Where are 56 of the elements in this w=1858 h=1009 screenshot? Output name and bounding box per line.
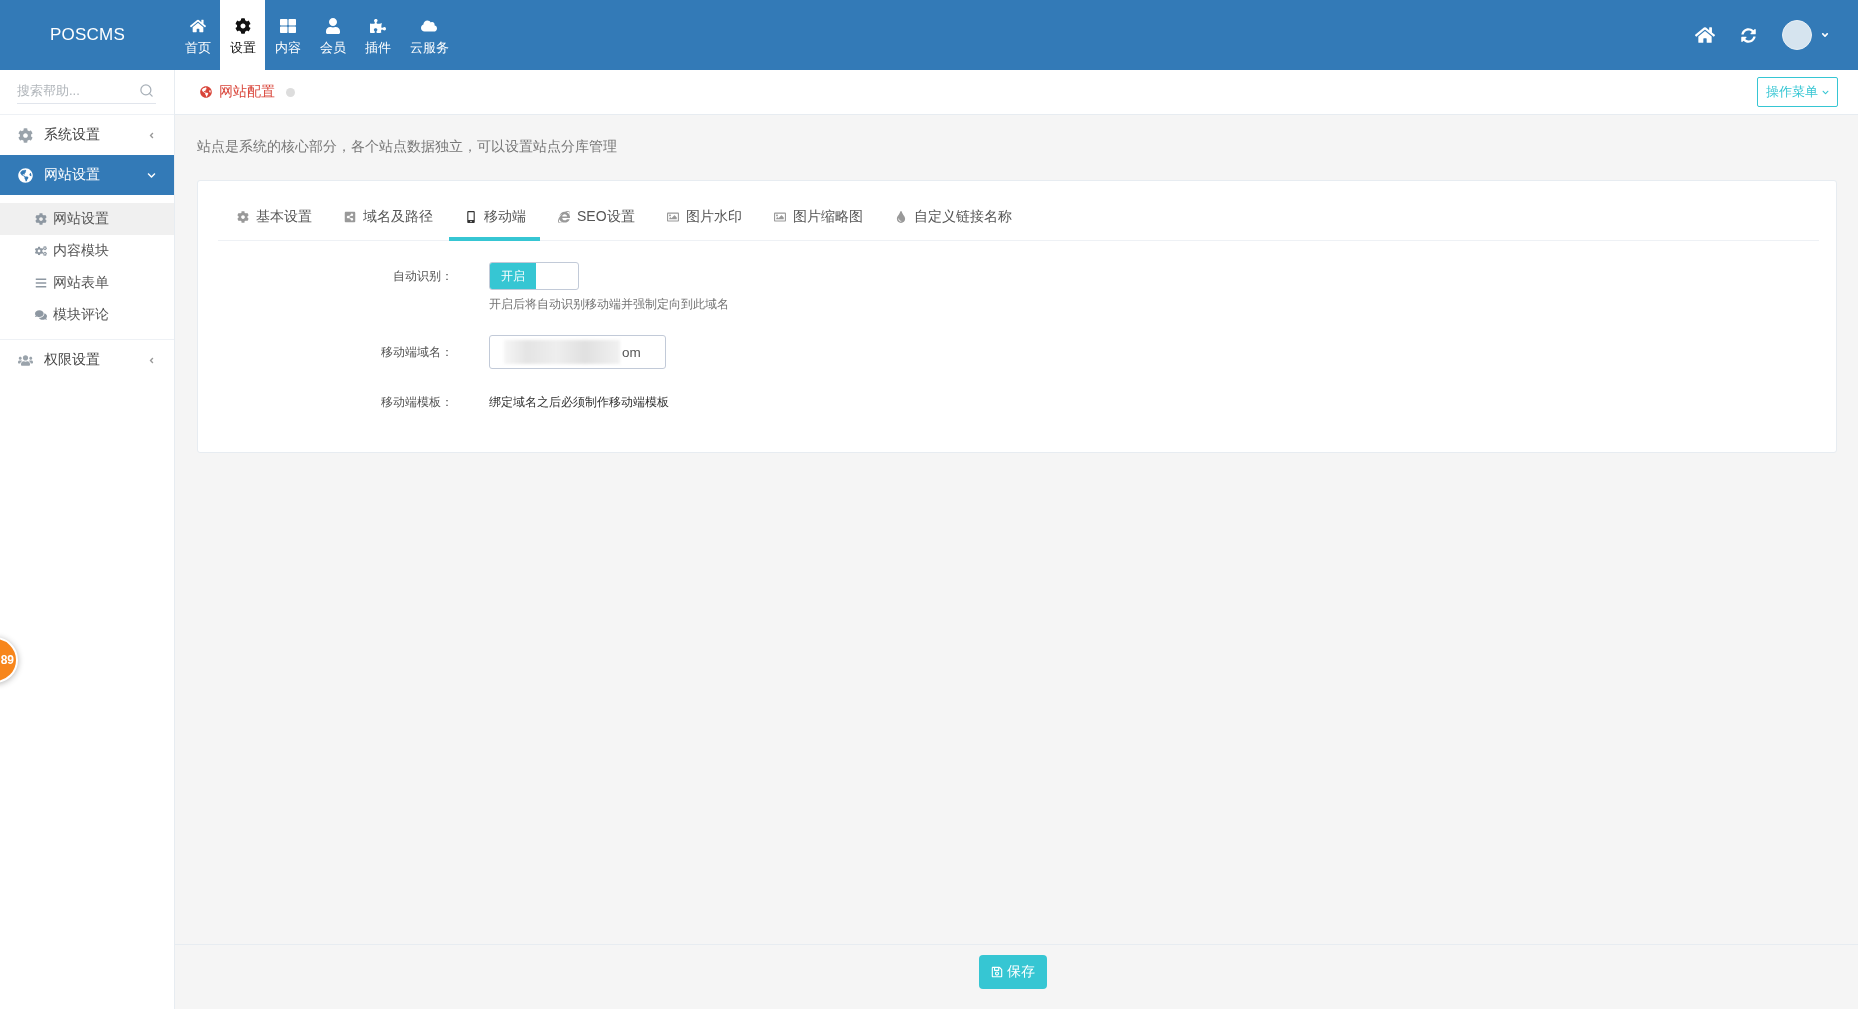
sidebar-subitem[interactable]: 网站表单 [0, 267, 174, 299]
grid-icon [279, 18, 296, 34]
gear-icon [18, 127, 33, 143]
globe-icon [200, 86, 212, 98]
save-icon [990, 966, 1003, 978]
caret-icon[interactable] [1820, 30, 1830, 40]
droplet-icon [894, 210, 907, 223]
tab[interactable]: 域名及路径 [328, 196, 447, 241]
input-field[interactable]: om [489, 335, 666, 369]
image-icon [666, 210, 679, 223]
tab[interactable]: SEO设置 [542, 196, 649, 241]
sidebar-subitem[interactable]: 网站设置 [0, 203, 174, 235]
nav-tab[interactable]: 内容 [265, 0, 310, 70]
gear-icon [35, 213, 47, 225]
nav-tab[interactable]: 云服务 [400, 0, 458, 70]
breadcrumb-link[interactable]: 网站配置 [219, 83, 275, 101]
sidebar-subitem[interactable]: 模块评论 [0, 299, 174, 331]
sidebar-item[interactable]: 网站设置 [0, 155, 174, 195]
tab[interactable]: 基本设置 [221, 196, 326, 241]
logo[interactable]: POSCMS [0, 0, 175, 70]
page-description: 站点是系统的核心部分，各个站点数据独立，可以设置站点分库管理 [197, 138, 618, 156]
puzzle-icon [369, 18, 386, 34]
tab[interactable]: 图片水印 [650, 196, 756, 241]
nav-tab[interactable]: 会员 [310, 0, 355, 70]
browser-icon [558, 210, 570, 223]
search-field[interactable]: 搜索帮助... [17, 77, 156, 104]
gear-icon [237, 210, 249, 223]
nav-tab[interactable]: 设置 [220, 0, 265, 70]
home-icon [189, 18, 206, 34]
home-icon[interactable] [1695, 26, 1715, 44]
gears-icon [35, 245, 47, 257]
users-icon [18, 352, 33, 368]
field-label: 自动识别： [392, 268, 453, 285]
mobile-phone-icon [465, 210, 477, 223]
nav-tab[interactable]: 插件 [355, 0, 400, 70]
dot-icon [286, 87, 295, 97]
help-text: 开启后将自动识别移动端并强制定向到此域名 [489, 296, 729, 312]
tab[interactable]: 移动端 [449, 196, 540, 241]
caret-icon [1822, 88, 1829, 96]
field-text: 绑定域名之后必须制作移动端模板 [489, 394, 669, 411]
globe-icon [18, 167, 33, 183]
tab[interactable]: 自定义链接名称 [878, 196, 1026, 241]
cloud-icon [421, 18, 437, 34]
avatar-icon[interactable] [1782, 20, 1812, 50]
chat-bubbles-icon [35, 309, 47, 321]
image-icon [773, 210, 786, 223]
nav-tab[interactable]: 首页 [175, 0, 220, 70]
sidebar-subitem[interactable]: 内容模块 [0, 235, 174, 267]
refresh-icon[interactable] [1741, 27, 1756, 43]
user-icon [324, 18, 341, 34]
gear-icon [234, 18, 251, 34]
share-icon [344, 210, 356, 223]
field-label: 移动端模板： [380, 394, 453, 411]
field-label: 移动端域名： [380, 344, 453, 361]
tab[interactable]: 图片缩略图 [757, 196, 877, 241]
list-icon [35, 277, 47, 289]
